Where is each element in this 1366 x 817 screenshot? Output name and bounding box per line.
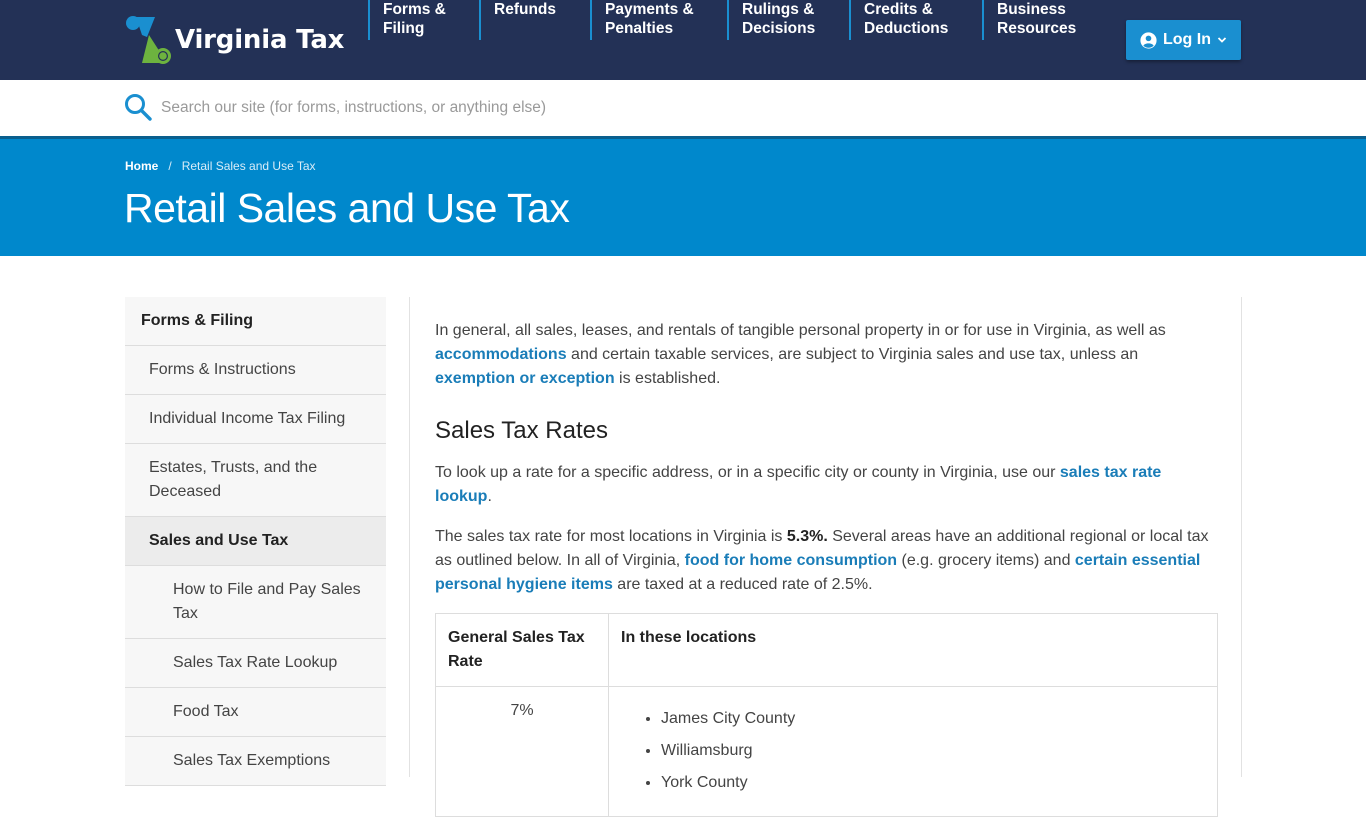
search-icon[interactable] bbox=[124, 93, 152, 121]
page-title: Retail Sales and Use Tax bbox=[124, 185, 570, 231]
table-header-row: General Sales Tax Rate In these location… bbox=[435, 613, 1218, 687]
user-circle-icon bbox=[1140, 31, 1157, 49]
page-banner: Home / Retail Sales and Use Tax Retail S… bbox=[0, 136, 1366, 256]
lookup-paragraph: To look up a rate for a specific address… bbox=[435, 464, 1162, 505]
log-in-button[interactable]: Log In bbox=[1126, 20, 1241, 60]
sidebar-item-sales-and-use-tax[interactable]: Sales and Use Tax bbox=[125, 517, 386, 566]
section-heading-sales-tax-rates: Sales Tax Rates bbox=[435, 417, 608, 444]
column-header-locations: In these locations bbox=[608, 613, 1218, 687]
site-search-bar bbox=[0, 80, 1366, 136]
nav-payments-penalties[interactable]: Payments & Penalties bbox=[590, 0, 694, 40]
nav-credits-deductions[interactable]: Credits & Deductions bbox=[849, 0, 948, 40]
virginia-tax-logo-icon bbox=[126, 16, 171, 64]
top-navigation-bar: Virginia Tax Forms & Filing Refunds Payme… bbox=[0, 0, 1366, 80]
column-header-rate: General Sales Tax Rate bbox=[435, 613, 609, 687]
sidebar-item-individual-income-tax-filing[interactable]: Individual Income Tax Filing bbox=[125, 395, 386, 444]
chevron-down-icon bbox=[1217, 37, 1227, 43]
breadcrumb-home-link[interactable]: Home bbox=[125, 159, 158, 173]
breadcrumb-current: Retail Sales and Use Tax bbox=[181, 159, 316, 173]
sidebar-item-food-tax[interactable]: Food Tax bbox=[125, 688, 386, 737]
sidebar-heading[interactable]: Forms & Filing bbox=[125, 297, 386, 346]
sidebar-item-rate-lookup[interactable]: Sales Tax Rate Lookup bbox=[125, 639, 386, 688]
search-input[interactable] bbox=[161, 94, 761, 122]
sales-tax-rates-table: General Sales Tax Rate In these location… bbox=[435, 613, 1218, 817]
intro-paragraph: In general, all sales, leases, and renta… bbox=[435, 322, 1166, 387]
locations-list: James City County Williamsburg York Coun… bbox=[649, 707, 1217, 795]
base-rate-value: 5.3%. bbox=[786, 528, 828, 545]
rate-cell: 7% bbox=[435, 686, 609, 817]
breadcrumb: Home / Retail Sales and Use Tax bbox=[125, 159, 316, 173]
location-item: James City County bbox=[661, 707, 1217, 731]
locations-cell: James City County Williamsburg York Coun… bbox=[608, 686, 1218, 817]
sidebar-item-estates-trusts[interactable]: Estates, Trusts, and the Deceased bbox=[125, 444, 386, 517]
location-item: York County bbox=[661, 771, 1217, 795]
accommodations-link[interactable]: accommodations bbox=[435, 346, 567, 363]
location-item: Williamsburg bbox=[661, 739, 1217, 763]
food-for-home-consumption-link[interactable]: food for home consumption bbox=[685, 552, 897, 569]
sidebar-item-sales-tax-exemptions[interactable]: Sales Tax Exemptions bbox=[125, 737, 386, 786]
table-row: 7% James City County Williamsburg York C… bbox=[435, 686, 1218, 817]
sidebar-item-how-to-file-pay[interactable]: How to File and Pay Sales Tax bbox=[125, 566, 386, 639]
sidebar-item-forms-instructions[interactable]: Forms & Instructions bbox=[125, 346, 386, 395]
nav-business-resources[interactable]: Business Resources bbox=[982, 0, 1076, 40]
rates-paragraph: The sales tax rate for most locations in… bbox=[435, 528, 1209, 593]
nav-forms-filing[interactable]: Forms & Filing bbox=[368, 0, 446, 40]
logo-text: Virginia Tax bbox=[175, 25, 345, 55]
main-content: In general, all sales, leases, and renta… bbox=[409, 297, 1242, 817]
site-logo[interactable]: Virginia Tax bbox=[125, 14, 344, 66]
nav-rulings-decisions[interactable]: Rulings & Decisions bbox=[727, 0, 815, 40]
nav-refunds[interactable]: Refunds bbox=[479, 0, 556, 40]
log-in-label: Log In bbox=[1163, 31, 1211, 48]
sidebar-nav: Forms & Filing Forms & Instructions Indi… bbox=[125, 297, 386, 786]
exemption-exception-link[interactable]: exemption or exception bbox=[435, 370, 615, 387]
breadcrumb-separator: / bbox=[168, 159, 172, 173]
